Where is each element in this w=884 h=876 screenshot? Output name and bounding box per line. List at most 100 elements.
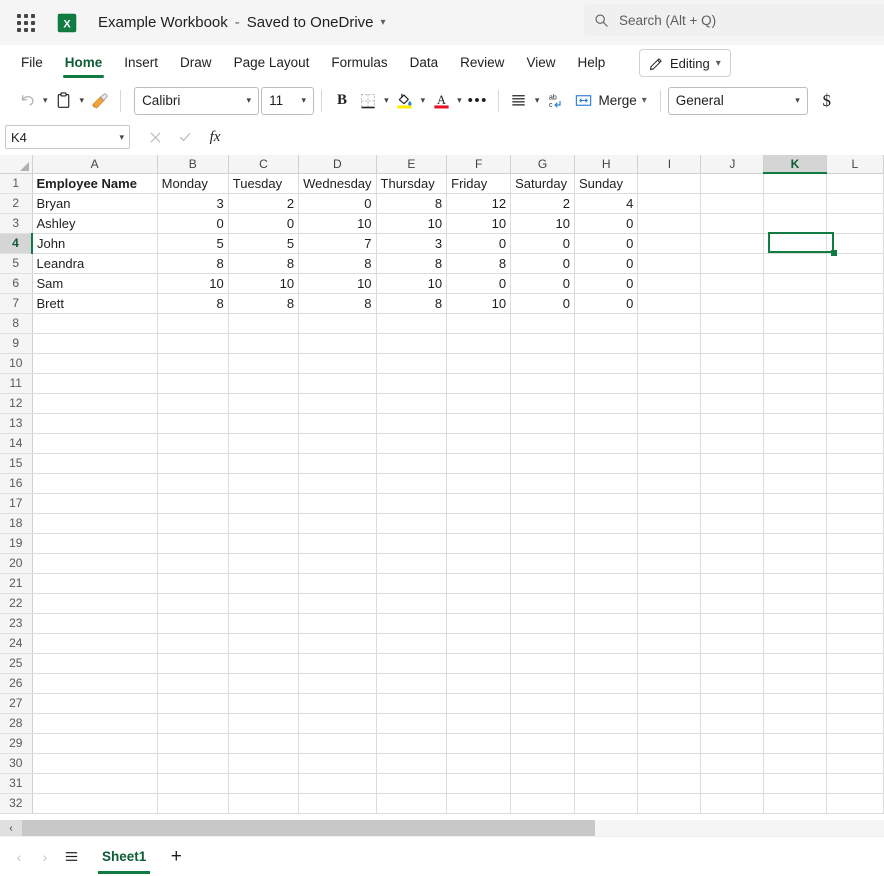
cell-C14[interactable] [228,433,298,453]
cell-I28[interactable] [638,713,701,733]
cell-D26[interactable] [299,673,376,693]
cell-K10[interactable] [764,353,826,373]
tab-view[interactable]: View [515,47,566,79]
cell-B30[interactable] [157,753,228,773]
cell-C16[interactable] [228,473,298,493]
cell-C30[interactable] [228,753,298,773]
row-header-20[interactable]: 20 [0,553,32,573]
cell-H22[interactable] [574,593,637,613]
cell-E6[interactable]: 10 [376,273,447,293]
cell-E16[interactable] [376,473,447,493]
name-box[interactable]: K4 ▾ [5,125,130,149]
cell-I16[interactable] [638,473,701,493]
scrollbar-track[interactable] [22,820,884,836]
row-header-8[interactable]: 8 [0,313,32,333]
cell-C7[interactable]: 8 [228,293,298,313]
cell-H26[interactable] [574,673,637,693]
cell-F8[interactable] [447,313,511,333]
cell-F7[interactable]: 10 [447,293,511,313]
cell-H4[interactable]: 0 [574,233,637,253]
cell-D15[interactable] [299,453,376,473]
cell-K17[interactable] [764,493,826,513]
cell-D6[interactable]: 10 [299,273,376,293]
cell-C25[interactable] [228,653,298,673]
cell-E15[interactable] [376,453,447,473]
cell-H28[interactable] [574,713,637,733]
cell-B8[interactable] [157,313,228,333]
row-header-14[interactable]: 14 [0,433,32,453]
cell-L32[interactable] [826,793,883,813]
cell-H19[interactable] [574,533,637,553]
row-header-4[interactable]: 4 [0,233,32,253]
cell-E29[interactable] [376,733,447,753]
cell-H17[interactable] [574,493,637,513]
cell-G20[interactable] [511,553,575,573]
cell-I15[interactable] [638,453,701,473]
cell-B7[interactable]: 8 [157,293,228,313]
undo-dropdown-chevron-down-icon[interactable]: ▾ [40,95,51,106]
font-size-select[interactable]: 11 ▾ [261,87,314,115]
cell-K2[interactable] [764,193,826,213]
cell-B12[interactable] [157,393,228,413]
cell-F4[interactable]: 0 [447,233,511,253]
cell-F14[interactable] [447,433,511,453]
cell-L10[interactable] [826,353,883,373]
cell-I2[interactable] [638,193,701,213]
cell-C24[interactable] [228,633,298,653]
cell-D32[interactable] [299,793,376,813]
cell-A15[interactable] [32,453,157,473]
column-header-d[interactable]: D [299,155,376,173]
cell-E32[interactable] [376,793,447,813]
cell-J19[interactable] [701,533,764,553]
sheet-tab-sheet1[interactable]: Sheet1 [90,838,158,876]
row-header-19[interactable]: 19 [0,533,32,553]
cell-K9[interactable] [764,333,826,353]
cell-H27[interactable] [574,693,637,713]
cell-B4[interactable]: 5 [157,233,228,253]
cell-K20[interactable] [764,553,826,573]
cell-D25[interactable] [299,653,376,673]
cell-B6[interactable]: 10 [157,273,228,293]
cell-H18[interactable] [574,513,637,533]
horizontal-scrollbar[interactable]: ‹ [0,820,884,836]
cell-E17[interactable] [376,493,447,513]
cell-K23[interactable] [764,613,826,633]
cell-G18[interactable] [511,513,575,533]
tab-review[interactable]: Review [449,47,515,79]
cell-H15[interactable] [574,453,637,473]
row-header-11[interactable]: 11 [0,373,32,393]
cell-J6[interactable] [701,273,764,293]
cell-I30[interactable] [638,753,701,773]
row-header-6[interactable]: 6 [0,273,32,293]
cell-J7[interactable] [701,293,764,313]
cell-E13[interactable] [376,413,447,433]
cell-L20[interactable] [826,553,883,573]
cell-A9[interactable] [32,333,157,353]
cell-I8[interactable] [638,313,701,333]
cell-D4[interactable]: 7 [299,233,376,253]
cell-I27[interactable] [638,693,701,713]
cell-I26[interactable] [638,673,701,693]
cell-B1[interactable]: Monday [157,173,228,193]
cell-H12[interactable] [574,393,637,413]
cell-H3[interactable]: 0 [574,213,637,233]
column-header-l[interactable]: L [826,155,883,173]
cell-C11[interactable] [228,373,298,393]
cell-F19[interactable] [447,533,511,553]
cell-J30[interactable] [701,753,764,773]
cell-D24[interactable] [299,633,376,653]
search-bar[interactable]: Search (Alt + Q) [584,4,884,36]
cell-B20[interactable] [157,553,228,573]
borders-button[interactable] [355,86,381,116]
number-format-select[interactable]: General ▾ [668,87,808,115]
cell-D31[interactable] [299,773,376,793]
row-header-7[interactable]: 7 [0,293,32,313]
cell-K25[interactable] [764,653,826,673]
column-header-h[interactable]: H [574,155,637,173]
cell-L31[interactable] [826,773,883,793]
cell-J29[interactable] [701,733,764,753]
tab-draw[interactable]: Draw [169,47,223,79]
row-header-22[interactable]: 22 [0,593,32,613]
cell-L19[interactable] [826,533,883,553]
row-header-21[interactable]: 21 [0,573,32,593]
